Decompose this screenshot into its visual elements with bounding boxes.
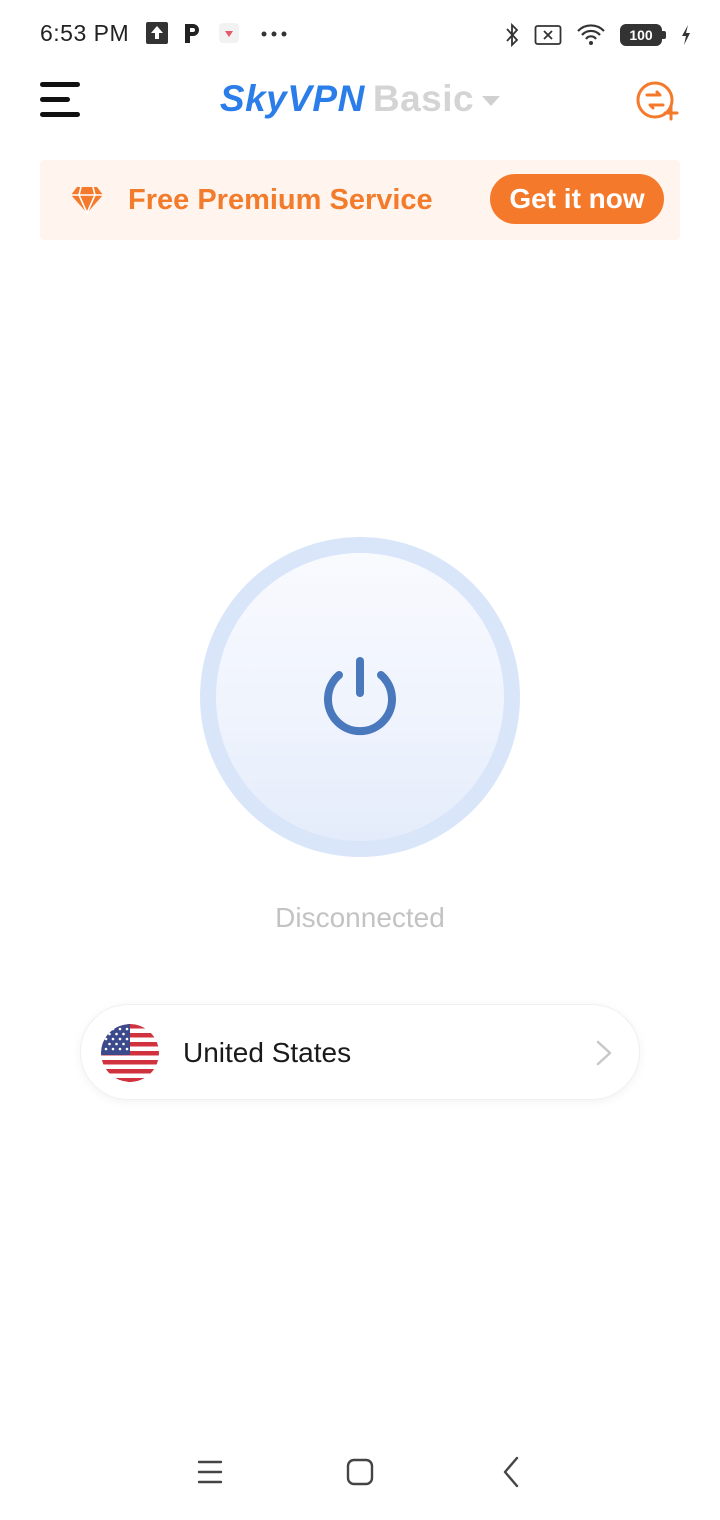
diamond-icon: [71, 186, 103, 215]
app-title[interactable]: SkyVPN Basic: [0, 78, 720, 120]
chevron-right-icon: [596, 1040, 612, 1066]
back-icon[interactable]: [492, 1452, 532, 1492]
brand-tier: Basic: [372, 78, 475, 119]
battery-level: 100: [629, 27, 653, 43]
location-selector[interactable]: United States: [80, 1004, 640, 1100]
power-icon: [324, 657, 396, 736]
status-time: 6:53 PM: [40, 20, 130, 46]
wifi-icon: [577, 24, 605, 45]
charging-icon: [682, 25, 690, 45]
connect-button[interactable]: [216, 553, 504, 841]
get-it-now-button[interactable]: Get it now: [490, 174, 664, 224]
bluetooth-icon: [506, 22, 519, 48]
status-icons: 100: [504, 20, 692, 50]
connect-button-ring: [200, 537, 520, 857]
battery-icon: 100: [620, 24, 666, 46]
caret-down-icon: [482, 96, 501, 107]
promo-text: Free Premium Service: [128, 184, 433, 216]
more-dots-icon: [261, 31, 287, 37]
us-flag-icon: [101, 1024, 159, 1082]
sim-error-icon: [534, 25, 562, 45]
premium-coin-icon[interactable]: [634, 78, 680, 124]
p-app-icon: [185, 24, 199, 43]
recent-apps-icon[interactable]: [190, 1452, 230, 1492]
status-bar: 6:53 PM 100: [0, 0, 720, 70]
promo-banner[interactable]: Free Premium Service Get it now: [40, 160, 680, 240]
notification-app-icon: [219, 23, 239, 43]
brand-name: SkyVPN: [219, 78, 365, 119]
upload-icon: [146, 22, 168, 44]
location-name: United States: [183, 1037, 352, 1068]
home-icon[interactable]: [340, 1452, 380, 1492]
connection-status: Disconnected: [275, 902, 445, 933]
